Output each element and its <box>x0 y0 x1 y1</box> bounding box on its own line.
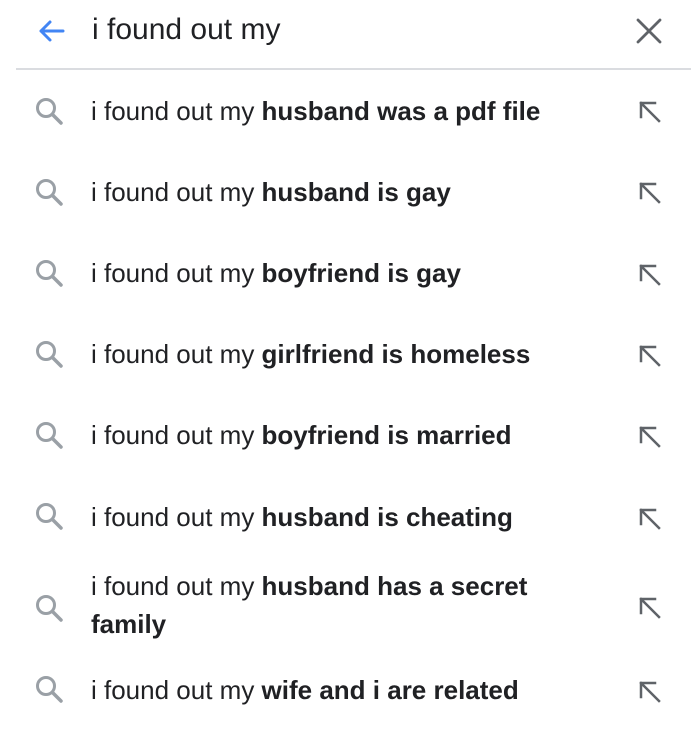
suggestion-text: i found out my husband is gay <box>91 177 451 207</box>
arrow-up-left-icon <box>639 101 661 123</box>
fill-query-button[interactable] <box>630 588 670 628</box>
suggestion-item[interactable]: i found out my husband is gay <box>0 152 700 234</box>
suggestion-text: i found out my boyfriend is gay <box>91 258 461 288</box>
arrow-up-left-icon <box>639 345 661 367</box>
search-icon <box>32 337 66 371</box>
suggestion-text: i found out my girlfriend is homeless <box>91 339 531 369</box>
suggestion-item[interactable]: i found out my husband is cheating <box>0 477 700 558</box>
suggestion-text: i found out my wife and i are related <box>91 675 519 705</box>
search-input[interactable]: i found out my <box>92 11 280 49</box>
suggestion-item[interactable]: i found out my boyfriend is married <box>0 396 700 477</box>
fill-query-button[interactable] <box>630 336 670 376</box>
fill-query-button[interactable] <box>630 92 670 132</box>
arrow-up-left-icon <box>639 681 661 703</box>
search-icon <box>32 256 66 290</box>
close-icon <box>636 18 662 44</box>
suggestion-text: i found out my husband has a secret fami… <box>91 571 528 639</box>
arrow-up-left-icon <box>639 182 661 204</box>
arrow-up-left-icon <box>639 508 661 530</box>
search-icon <box>32 418 66 452</box>
suggestion-item[interactable]: i found out my boyfriend is gay <box>0 234 700 315</box>
search-icon <box>32 591 66 625</box>
arrow-back-icon <box>39 20 65 42</box>
search-bar: i found out my <box>0 0 700 62</box>
search-icon <box>32 499 66 533</box>
suggestion-text: i found out my husband is cheating <box>91 502 513 532</box>
search-icon <box>32 175 66 209</box>
suggestion-text: i found out my husband was a pdf file <box>91 96 541 126</box>
arrow-up-left-icon <box>639 597 661 619</box>
suggestion-item[interactable]: i found out my wife and i are related <box>0 658 700 738</box>
suggestion-item[interactable]: i found out my husband has a secret fami… <box>0 558 700 658</box>
suggestion-item[interactable]: i found out my husband was a pdf file <box>0 72 700 152</box>
suggestion-text: i found out my boyfriend is married <box>91 420 512 450</box>
search-icon <box>32 94 66 128</box>
arrow-up-left-icon <box>639 264 661 286</box>
fill-query-button[interactable] <box>630 417 670 457</box>
arrow-up-left-icon <box>639 426 661 448</box>
divider <box>16 68 691 70</box>
fill-query-button[interactable] <box>630 672 670 712</box>
fill-query-button[interactable] <box>630 499 670 539</box>
suggestion-item[interactable]: i found out my girlfriend is homeless <box>0 315 700 396</box>
search-icon <box>32 672 66 706</box>
clear-button[interactable] <box>628 10 670 52</box>
fill-query-button[interactable] <box>630 173 670 213</box>
back-button[interactable] <box>30 10 72 52</box>
fill-query-button[interactable] <box>630 255 670 295</box>
